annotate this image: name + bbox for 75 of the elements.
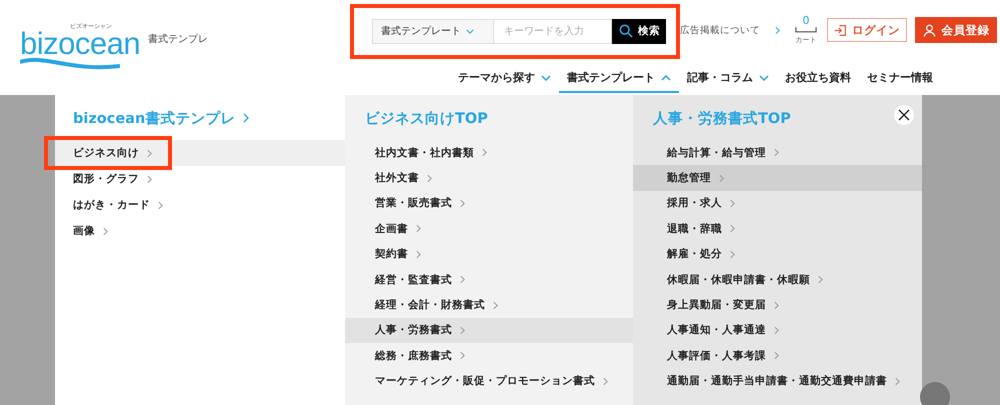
ad-link[interactable]: 広告掲載について (680, 24, 780, 36)
chevron-right-icon (416, 224, 421, 234)
close-icon (898, 109, 910, 121)
menu-item[interactable]: 人事評価・人事考課 (633, 343, 922, 369)
chevron-right-icon (416, 250, 421, 259)
cart-tray-icon (795, 27, 817, 33)
chevron-right-icon (774, 148, 779, 158)
chevron-right-icon (774, 351, 779, 360)
nav-tab[interactable]: セミナー情報 (859, 60, 941, 93)
chevron-right-icon (774, 326, 779, 335)
menu-item[interactable]: 経営・監査書式 (345, 266, 633, 292)
chevron-right-icon (603, 376, 608, 386)
chevron-right-icon (460, 351, 465, 360)
nav-tab[interactable]: 書式テンプレート (559, 60, 679, 93)
chevron-right-icon (774, 300, 779, 310)
chevron-right-icon (460, 275, 465, 284)
menu-item[interactable]: マーケティング・販促・プロモーション書式 (345, 368, 633, 394)
chevron-right-icon (730, 224, 735, 234)
menu-item[interactable]: 人事・労務書式 (345, 318, 633, 344)
menu-item[interactable]: 休暇届・休暇申請書・休暇願 (633, 266, 922, 292)
chevron-right-icon (730, 250, 735, 259)
menu-item[interactable]: 営業・販売書式 (345, 190, 633, 216)
chevron-right-icon (147, 174, 152, 184)
nav-tab[interactable]: 記事・コラム (679, 60, 777, 93)
menu-item[interactable]: 給与計算・給与管理 (633, 140, 922, 166)
nav-tab[interactable]: お役立ち資料 (777, 60, 859, 93)
menu-item[interactable]: 身上異動届・変更届 (633, 292, 922, 318)
chevron-right-icon (895, 376, 900, 386)
menu-item[interactable]: はがき・カード (55, 192, 163, 218)
chevron-up-icon (661, 74, 671, 80)
menu-item[interactable]: 契約書 (345, 242, 633, 267)
menu-item[interactable]: 総務・庶務書式 (345, 343, 633, 369)
search-button[interactable]: 検索 (612, 18, 666, 44)
search-icon (619, 24, 633, 38)
menu-item[interactable]: 図形・グラフ (55, 166, 152, 192)
chevron-down-icon (759, 74, 769, 80)
chevron-right-icon (460, 326, 465, 335)
chevron-right-icon (493, 300, 498, 310)
logo-subtitle: 書式テンプレ (148, 32, 208, 46)
chevron-right-icon (775, 26, 780, 34)
chevron-right-icon (147, 148, 152, 158)
register-button[interactable]: 会員登録 (915, 17, 997, 43)
keyword-input-field[interactable]: キーワードを入力 (494, 18, 612, 44)
login-icon (834, 24, 847, 36)
logo-wordmark: bizocean (20, 30, 140, 58)
menu-item[interactable]: 勤怠管理 (633, 165, 922, 191)
menu-item[interactable]: 解雇・処分 (633, 242, 922, 267)
close-button[interactable] (894, 105, 914, 125)
chevron-down-icon (541, 74, 551, 80)
menu-item[interactable]: 画像 (55, 218, 108, 244)
menu-item[interactable]: 採用・求人 (633, 190, 922, 216)
nav-tab[interactable]: テーマから探す (450, 60, 559, 93)
menu-item[interactable]: 人事通知・人事通達 (633, 318, 922, 344)
chevron-right-icon (158, 200, 163, 210)
menu-item[interactable]: 経理・会計・財務書式 (345, 292, 633, 318)
menu-item[interactable]: 社外文書 (345, 165, 633, 191)
chevron-right-icon (460, 198, 465, 208)
menu-item[interactable]: 社内文書・社内書類 (345, 140, 633, 166)
chevron-right-icon (818, 275, 823, 284)
menu-item[interactable]: 企画書 (345, 216, 633, 242)
chevron-right-icon (427, 174, 432, 183)
chevron-right-icon (243, 113, 250, 123)
menu-item[interactable]: 通勤届・通勤手当申請書・通勤交通費申請書 (633, 368, 922, 394)
menu-item[interactable]: ビジネス向け (55, 140, 152, 166)
chevron-right-icon (719, 174, 724, 183)
login-button[interactable]: ログイン (827, 18, 907, 42)
scroll-top-button[interactable] (920, 382, 950, 405)
chevron-down-icon (466, 28, 474, 34)
user-icon (922, 24, 936, 36)
wave-icon (20, 56, 120, 70)
menu-item[interactable]: 退職・辞職 (633, 216, 922, 242)
chevron-right-icon (730, 198, 735, 208)
chevron-right-icon (482, 148, 487, 158)
category-dropdown[interactable]: 書式テンプレート (372, 18, 494, 44)
chevron-right-icon (103, 226, 108, 236)
